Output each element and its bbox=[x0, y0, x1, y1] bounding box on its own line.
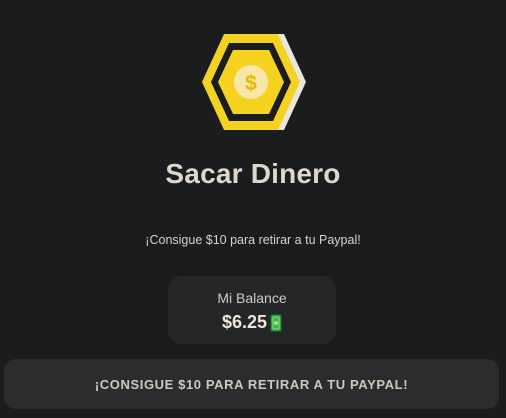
money-bill-icon bbox=[270, 314, 282, 332]
hexagon-dollar-coin-icon: $ bbox=[198, 32, 308, 132]
balance-value: $6.25 bbox=[221, 312, 268, 332]
page-title: Sacar Dinero bbox=[165, 158, 341, 189]
withdraw-button[interactable]: ¡CONSIGUE $10 PARA RETIRAR A TU PAYPAL! bbox=[4, 359, 499, 409]
balance-card: Mi Balance $6.25 bbox=[168, 276, 336, 344]
balance-label: Mi Balance bbox=[217, 290, 287, 306]
subtitle-text: ¡Consigue $10 para retirar a tu Paypal! bbox=[145, 233, 361, 247]
dollar-symbol: $ bbox=[245, 72, 257, 95]
balance-value-row: $6.25 bbox=[168, 312, 336, 333]
